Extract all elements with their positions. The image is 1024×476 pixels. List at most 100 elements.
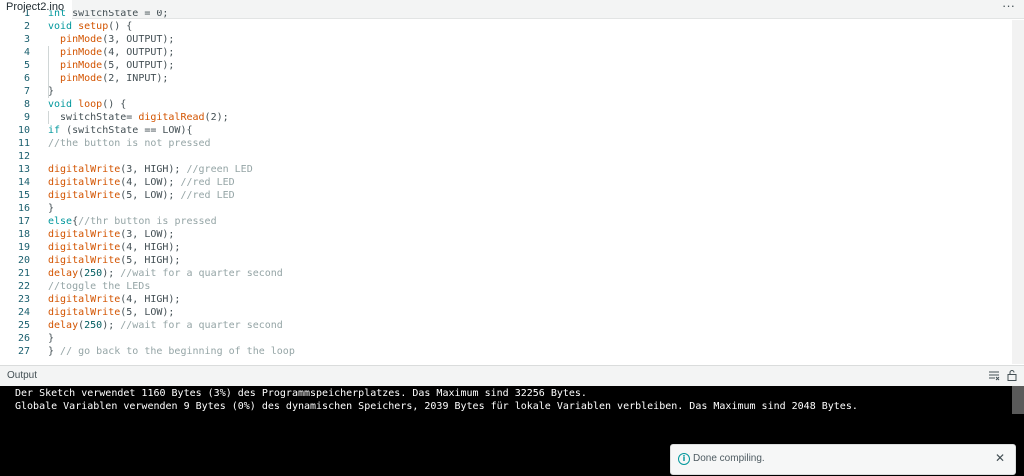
code-token: //the button is not pressed [48,138,211,149]
code-token: (2); [204,112,229,123]
code-text: digitalWrite(4, HIGH); [48,241,180,254]
code-token: else [48,216,73,227]
code-token: void [48,99,73,110]
code-line: 13 digitalWrite(3, HIGH); //green LED [0,163,1012,176]
line-number: 8 [23,99,30,110]
line-number: 27 [17,346,30,357]
code-token: digitalWrite [48,294,121,305]
code-token: (4, HIGH); [120,242,181,253]
code-token: delay [48,268,79,279]
code-token: void [48,21,73,32]
line-number: 25 [17,320,30,331]
code-token: () { [102,99,127,110]
code-token: ); [102,320,121,331]
code-text: digitalWrite(3, HIGH); //green LED [48,163,253,176]
code-token: pinMode [60,34,103,45]
code-token: digitalWrite [48,229,121,240]
code-token: digitalWrite [48,164,121,175]
notification-toast: i Done compiling. ✕ [670,444,1016,475]
code-token: if [48,125,61,136]
line-number: 4 [23,47,30,58]
code-token: digitalWrite [48,242,121,253]
line-number: 19 [17,242,30,253]
code-line: 2 void setup() { [0,20,1012,33]
code-editor[interactable]: 1 int switchState = 0; 2 void setup() {3 pi… [0,10,1024,364]
line-number: 23 [17,294,30,305]
code-text: digitalWrite(3, LOW); [48,228,174,241]
code-text: else{//thr button is pressed [48,215,217,228]
code-line: 21 delay(250); //wait for a quarter secon… [0,267,1012,280]
code-text: digitalWrite(5, LOW); //red LED [48,189,235,202]
code-token: digitalWrite [48,177,121,188]
code-line: 23 digitalWrite(4, HIGH); [0,293,1012,306]
code-text: } [48,202,54,215]
code-text: pinMode(4, OUTPUT); [48,46,174,59]
code-line: 11 //the button is not pressed [0,137,1012,150]
clear-output-icon[interactable] [988,369,1000,381]
code-text: pinMode(3, OUTPUT); [48,33,174,46]
code-line: 7} [0,85,1012,98]
line-number: 5 [23,60,30,71]
code-token: 250 [84,320,103,331]
code-token: 250 [84,268,103,279]
code-token: loop [78,99,103,110]
code-token: int [48,10,67,19]
lock-icon[interactable] [1006,369,1018,381]
code-token: (3, HIGH); [120,164,187,175]
code-line: 14 digitalWrite(4, LOW); //red LED [0,176,1012,189]
code-line: 25 delay(250); //wait for a quarter secon… [0,319,1012,332]
editor-scrollbar[interactable] [1012,20,1024,364]
console-line: Globale Variablen verwenden 9 Bytes (0%)… [15,401,858,412]
code-line: 6 pinMode(2, INPUT); [0,72,1012,85]
code-token: digitalRead [138,112,205,123]
line-number: 10 [17,125,30,136]
code-token: // go back to the beginning of the loop [60,346,295,357]
console-scrollbar[interactable] [1012,386,1024,414]
line-number: 20 [17,255,30,266]
close-icon[interactable]: ✕ [995,451,1005,465]
line-number: 17 [17,216,30,227]
code-text: if (switchState == LOW){ [48,124,193,137]
code-token: delay [48,320,79,331]
code-token: } [48,333,55,344]
code-line: 22 //toggle the LEDs [0,280,1012,293]
code-text: } [48,85,54,98]
code-token: //red LED [180,190,235,201]
code-text: //the button is not pressed [48,137,211,150]
code-text: digitalWrite(4, HIGH); [48,293,180,306]
line-number: 1 [23,10,30,19]
code-token: } [48,86,55,97]
code-line: 20 digitalWrite(5, HIGH); [0,254,1012,267]
code-token: setup [78,21,109,32]
code-text: digitalWrite(5, LOW); [48,306,174,319]
code-text: } [48,332,54,345]
code-token: (5, LOW); [120,307,175,318]
line-number: 22 [17,281,30,292]
code-line: 9 switchState= digitalRead(2); [0,111,1012,124]
code-token: switchState= [48,112,139,123]
line-number: 12 [17,151,30,162]
code-line: 18 digitalWrite(3, LOW); [0,228,1012,241]
code-token: () { [108,21,133,32]
code-line: 1 int switchState = 0; [0,10,1012,20]
code-token: (4, OUTPUT); [102,47,175,58]
code-token: //wait for a quarter second [120,268,283,279]
code-token: digitalWrite [48,255,121,266]
code-text: delay(250); //wait for a quarter second [48,267,283,280]
code-line: 16} [0,202,1012,215]
code-token: //red LED [180,177,235,188]
line-number: 14 [17,177,30,188]
code-text: delay(250); //wait for a quarter second [48,319,283,332]
code-token: (5, HIGH); [120,255,181,266]
output-panel-header: Output [0,365,1024,386]
output-title: Output [7,370,38,381]
code-token: digitalWrite [48,190,121,201]
code-text: //toggle the LEDs [48,280,150,293]
code-line: 3 pinMode(3, OUTPUT); [0,33,1012,46]
code-text: digitalWrite(4, LOW); //red LED [48,176,235,189]
code-token: pinMode [60,60,103,71]
code-token: pinMode [60,47,103,58]
